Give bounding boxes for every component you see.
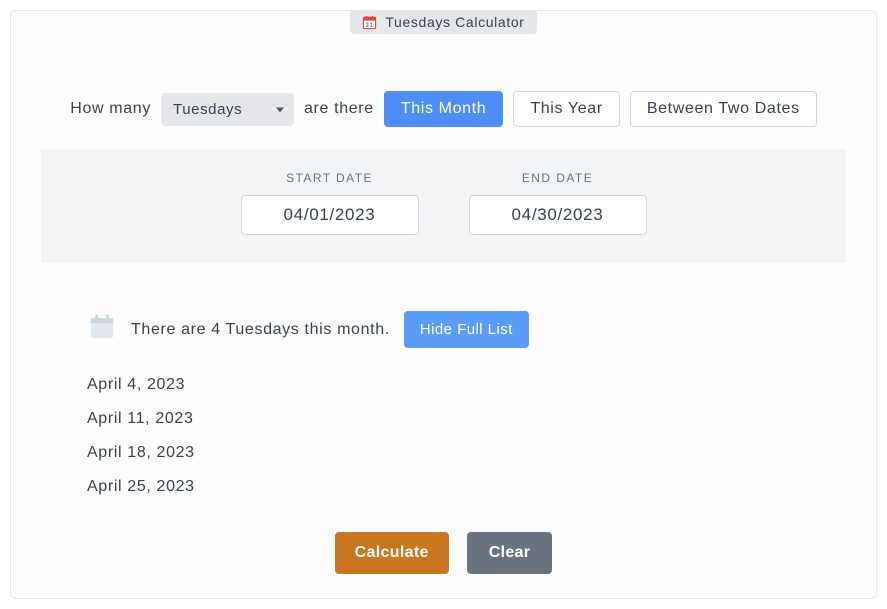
title-chip: 31 Tuesdays Calculator xyxy=(350,10,536,34)
actions-row: Calculate Clear xyxy=(11,532,876,574)
list-item: April 4, 2023 xyxy=(87,376,876,394)
svg-text:31: 31 xyxy=(366,22,374,29)
clear-button[interactable]: Clear xyxy=(467,532,553,574)
list-item: April 18, 2023 xyxy=(87,444,876,462)
toggle-list-button[interactable]: Hide Full List xyxy=(404,311,529,348)
result-date-list: April 4, 2023 April 11, 2023 April 18, 202… xyxy=(87,376,876,496)
start-date-input[interactable] xyxy=(241,195,419,235)
day-select-wrap: SundaysMondaysTuesdaysWednesdaysThursday… xyxy=(161,93,294,126)
result-row: There are 4 Tuesdays this month. Hide Fu… xyxy=(87,311,876,348)
day-select[interactable]: SundaysMondaysTuesdaysWednesdaysThursday… xyxy=(161,93,294,126)
title-text: Tuesdays Calculator xyxy=(385,14,524,30)
result-summary: There are 4 Tuesdays this month. xyxy=(131,321,390,339)
end-date-input[interactable] xyxy=(469,195,647,235)
dates-panel: START DATE END DATE xyxy=(41,149,846,263)
list-item: April 25, 2023 xyxy=(87,478,876,496)
end-date-block: END DATE xyxy=(469,171,647,235)
question-prefix: How many xyxy=(70,100,151,118)
calendar-outline-icon xyxy=(87,312,117,347)
calendar-icon: 31 xyxy=(362,15,377,30)
start-date-label: START DATE xyxy=(286,171,373,185)
question-suffix: are there xyxy=(304,100,374,118)
range-this-year[interactable]: This Year xyxy=(513,91,619,127)
calculator-card: 31 Tuesdays Calculator How many SundaysM… xyxy=(10,10,877,599)
calculate-button[interactable]: Calculate xyxy=(335,532,449,574)
start-date-block: START DATE xyxy=(241,171,419,235)
question-row: How many SundaysMondaysTuesdaysWednesday… xyxy=(11,91,876,127)
range-between-dates[interactable]: Between Two Dates xyxy=(630,91,817,127)
list-item: April 11, 2023 xyxy=(87,410,876,428)
end-date-label: END DATE xyxy=(522,171,593,185)
range-this-month[interactable]: This Month xyxy=(384,91,504,127)
